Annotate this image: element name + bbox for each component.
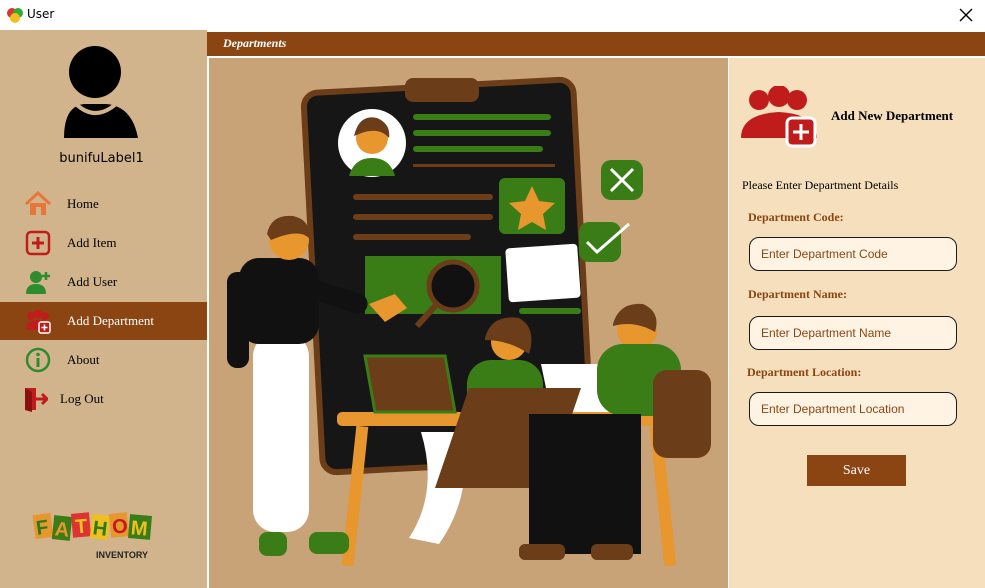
illustration-panel <box>209 58 728 588</box>
page-title: Departments <box>223 36 287 50</box>
save-button[interactable]: Save <box>807 455 906 486</box>
department-name-label: Department Name: <box>748 287 847 301</box>
window-title: User <box>27 7 55 21</box>
title-bar: User <box>0 0 985 30</box>
sidebar-item-label: Add Item <box>67 235 117 250</box>
sidebar-item-label: Log Out <box>60 391 104 406</box>
info-icon <box>25 347 51 373</box>
team-illustration <box>227 76 711 567</box>
user-avatar-icon <box>64 46 138 138</box>
svg-text:H: H <box>91 517 108 541</box>
add-department-icon <box>26 309 51 334</box>
sidebar-item-about[interactable]: About <box>0 341 207 379</box>
department-code-input[interactable] <box>749 237 957 271</box>
form-title: Add New Department <box>831 108 954 123</box>
sidebar-item-home[interactable]: Home <box>0 185 207 223</box>
logo-subtitle: INVENTORY <box>96 550 148 560</box>
sidebar-item-label: Add Department <box>67 313 155 328</box>
sidebar-item-label: About <box>67 352 100 367</box>
form-subtitle: Please Enter Department Details <box>742 178 899 192</box>
close-icon[interactable] <box>955 4 977 26</box>
sidebar-item-add-user[interactable]: Add User <box>0 263 207 301</box>
department-code-label: Department Code: <box>748 210 844 224</box>
department-name-input[interactable] <box>749 316 957 350</box>
svg-text:O: O <box>111 515 129 539</box>
svg-text:M: M <box>130 517 149 540</box>
sidebar-item-label: Home <box>67 196 99 211</box>
sidebar-item-add-department[interactable]: Add Department <box>0 302 207 340</box>
sidebar-item-log-out[interactable]: Log Out <box>0 380 207 418</box>
user-name-label: bunifuLabel1 <box>59 151 144 166</box>
sidebar-item-add-item[interactable]: Add Item <box>0 224 207 262</box>
add-department-icon <box>741 86 817 148</box>
sidebar-item-label: Add User <box>67 274 118 289</box>
logout-icon <box>25 388 48 412</box>
svg-text:A: A <box>54 518 71 541</box>
sidebar: bunifuLabel1 Home Add Item Add User Add … <box>0 30 207 588</box>
add-item-icon <box>25 230 51 256</box>
form-panel: Add New Department Please Enter Departme… <box>729 58 985 588</box>
home-icon <box>25 191 51 215</box>
department-location-input[interactable] <box>749 392 957 426</box>
add-user-icon <box>26 271 50 294</box>
department-location-label: Department Location: <box>747 365 862 379</box>
app-icon <box>7 8 23 23</box>
svg-text:T: T <box>74 515 88 538</box>
fathom-logo: F A T H O M INVENTORY <box>32 512 153 560</box>
section-header: Departments <box>207 32 985 56</box>
